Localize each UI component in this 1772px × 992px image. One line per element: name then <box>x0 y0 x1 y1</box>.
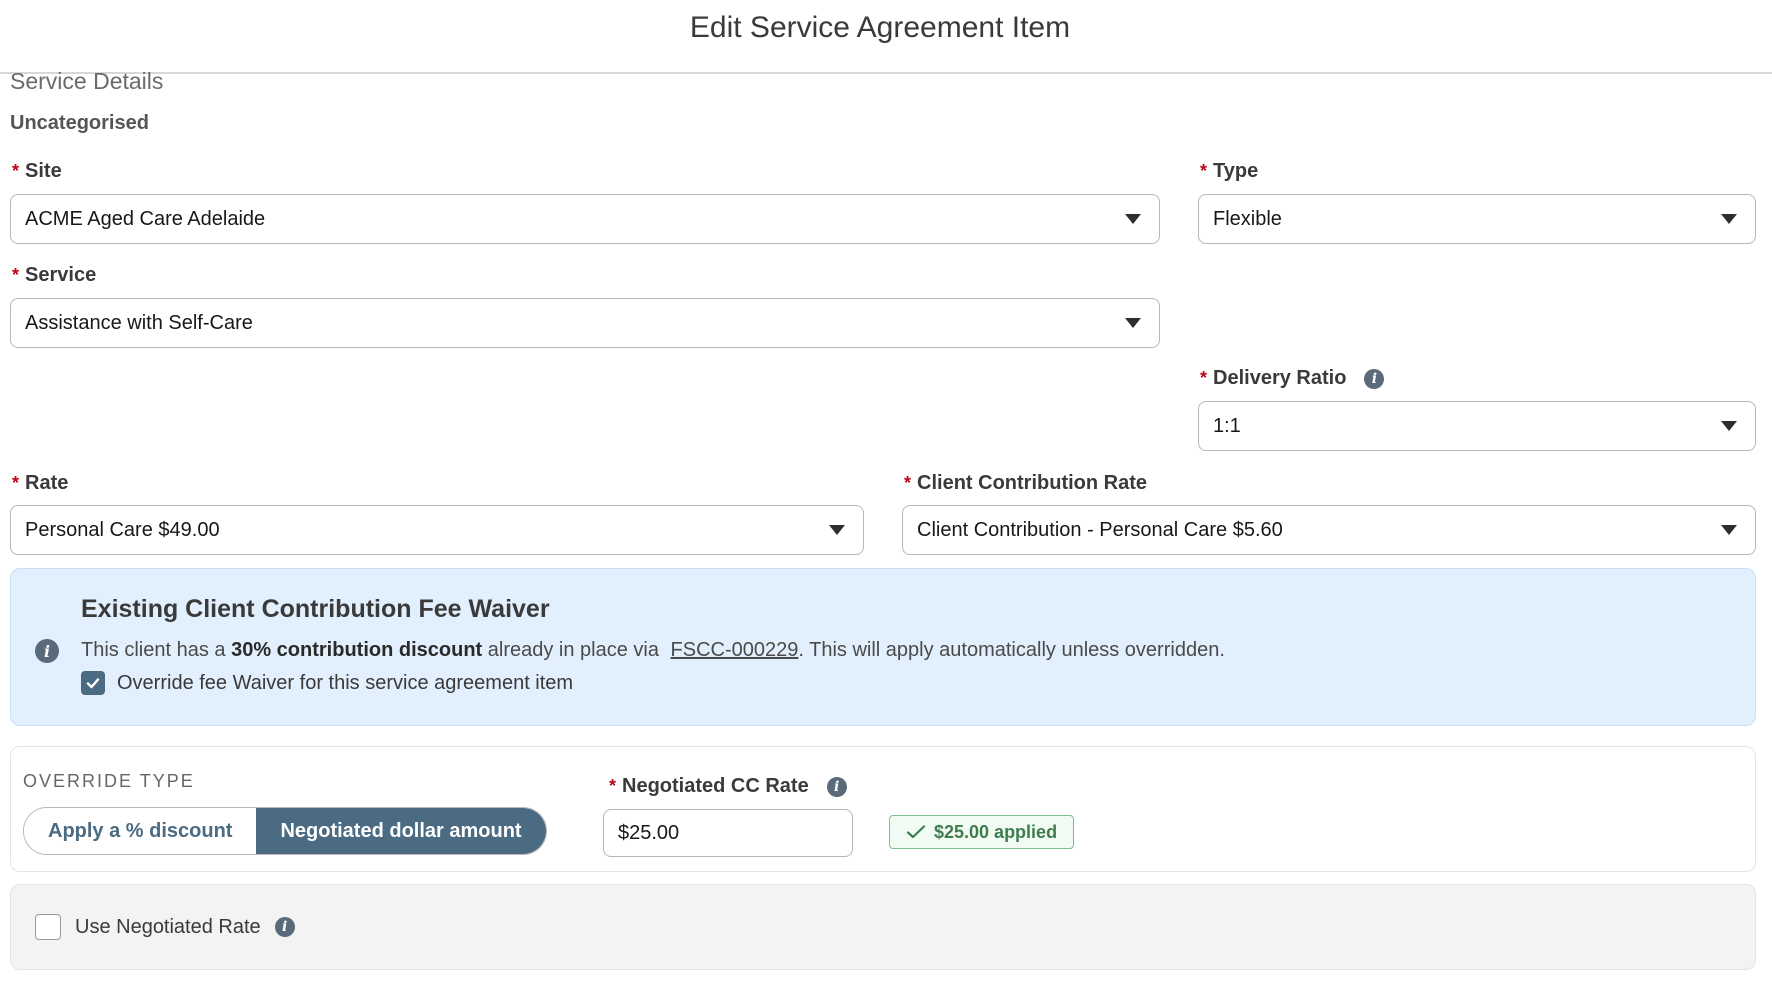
override-waiver-label: Override fee Waiver for this service agr… <box>117 671 574 694</box>
type-value: Flexible <box>1213 207 1282 230</box>
override-type-toggle: Apply a % discount Negotiated dollar amo… <box>23 807 547 855</box>
negotiated-cc-rate-input[interactable] <box>603 809 853 857</box>
applied-badge: $25.00 applied <box>889 815 1075 849</box>
chevron-down-icon <box>1125 214 1141 224</box>
info-icon[interactable]: i <box>1364 368 1385 389</box>
use-negotiated-rate-checkbox[interactable] <box>35 914 61 940</box>
negotiated-cc-rate-label: * Negotiated CC Rate i <box>609 775 847 798</box>
required-marker: * <box>12 161 20 181</box>
checkmark-icon <box>86 678 100 689</box>
required-marker: * <box>12 265 20 285</box>
use-negotiated-rate-label: Use Negotiated Rate <box>75 915 261 938</box>
percent-discount-option[interactable]: Apply a % discount <box>24 808 257 854</box>
fee-waiver-title: Existing Client Contribution Fee Waiver <box>81 595 550 623</box>
chevron-down-icon <box>1721 214 1737 224</box>
override-waiver-checkbox[interactable] <box>81 671 105 695</box>
section-heading: Service Details <box>10 68 164 94</box>
delivery-ratio-label: * Delivery Ratio i <box>1200 367 1385 390</box>
override-panel: OVERRIDE TYPE Apply a % discount Negotia… <box>10 746 1756 872</box>
chevron-down-icon <box>1721 421 1737 431</box>
client-contribution-rate-value: Client Contribution - Personal Care $5.6… <box>917 518 1283 541</box>
modal-header: Edit Service Agreement Item <box>0 0 1772 74</box>
site-label: * Site <box>12 160 62 182</box>
site-value: ACME Aged Care Adelaide <box>25 207 266 230</box>
override-waiver-row: Override fee Waiver for this service agr… <box>81 671 573 695</box>
client-contribution-rate-combobox[interactable]: Client Contribution - Personal Care $5.6… <box>902 505 1756 555</box>
service-value: Assistance with Self-Care <box>25 311 253 334</box>
type-label: * Type <box>1200 160 1259 182</box>
type-combobox[interactable]: Flexible <box>1198 194 1756 244</box>
subsection-heading: Uncategorised <box>10 112 149 134</box>
client-contribution-rate-label: * Client Contribution Rate <box>904 472 1147 494</box>
info-icon: i <box>35 639 59 663</box>
check-icon <box>906 825 926 839</box>
modal-title: Edit Service Agreement Item <box>689 11 1071 44</box>
rate-label: * Rate <box>12 472 69 494</box>
fee-waiver-text: This client has a 30% contribution disco… <box>81 639 1225 661</box>
rate-value: Personal Care $49.00 <box>25 518 220 541</box>
fee-waiver-link[interactable]: FSCC-000229 <box>671 639 799 661</box>
delivery-ratio-value: 1:1 <box>1213 414 1241 437</box>
site-combobox[interactable]: ACME Aged Care Adelaide <box>10 194 1160 244</box>
required-marker: * <box>1200 368 1208 388</box>
info-icon[interactable]: i <box>826 776 847 797</box>
chevron-down-icon <box>829 525 845 535</box>
info-icon[interactable]: i <box>274 917 295 937</box>
dollar-amount-option[interactable]: Negotiated dollar amount <box>256 808 546 854</box>
rate-combobox[interactable]: Personal Care $49.00 <box>10 505 864 555</box>
delivery-ratio-combobox[interactable]: 1:1 <box>1198 401 1756 451</box>
chevron-down-icon <box>1125 318 1141 328</box>
service-combobox[interactable]: Assistance with Self-Care <box>10 298 1160 348</box>
fee-waiver-notice: Existing Client Contribution Fee Waiver … <box>10 568 1756 726</box>
chevron-down-icon <box>1721 525 1737 535</box>
override-type-label: OVERRIDE TYPE <box>23 771 195 791</box>
negotiated-rate-panel: Use Negotiated Rate i <box>10 884 1756 970</box>
negotiated-rate-row: Use Negotiated Rate i <box>35 914 295 940</box>
required-marker: * <box>12 473 20 493</box>
required-marker: * <box>904 473 912 493</box>
service-label: * Service <box>12 264 97 286</box>
required-marker: * <box>609 776 617 796</box>
required-marker: * <box>1200 161 1208 181</box>
